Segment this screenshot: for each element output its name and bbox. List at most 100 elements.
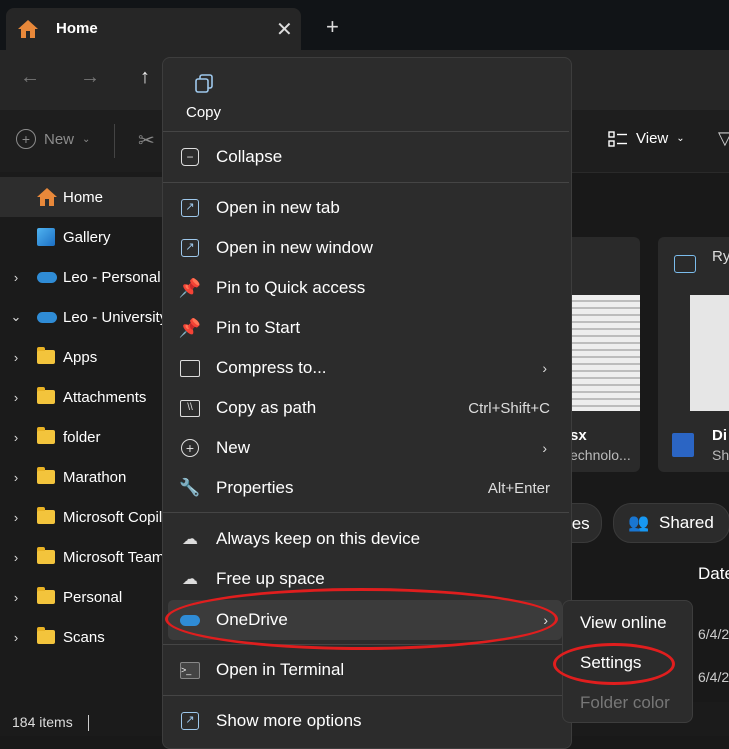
zip-folder-icon (179, 357, 201, 379)
menu-item-compress[interactable]: Compress to... › (163, 348, 569, 388)
menu-item-label: Show more options (216, 711, 362, 730)
sidebar-item-leo-personal[interactable]: › Leo - Personal (0, 257, 175, 297)
menu-item-label: Copy as path (216, 398, 317, 417)
show-more-icon: ↗ (179, 710, 201, 732)
recent-file-card[interactable]: Ry Di Sh (658, 237, 729, 472)
back-arrow-icon[interactable]: ← (20, 66, 40, 89)
people-icon: 👥 (628, 513, 650, 532)
sidebar-item-label: Scans (63, 628, 105, 646)
chevron-right-icon[interactable]: › (10, 550, 22, 565)
sidebar-item-scans[interactable]: › Scans (0, 617, 175, 657)
new-button[interactable]: + New ⌄ (16, 129, 90, 149)
sidebar-item-label: Gallery (63, 228, 111, 246)
menu-item-properties[interactable]: 🔧 Properties Alt+Enter (163, 468, 569, 508)
menu-item-collapse[interactable]: − Collapse (163, 137, 569, 177)
copy-label: Copy (186, 104, 222, 121)
chevron-right-icon[interactable]: › (10, 510, 22, 525)
sidebar-item-label: Personal (63, 588, 123, 606)
word-doc-icon (672, 433, 694, 457)
view-list-icon (608, 130, 627, 147)
filter-pill-label: Shared (659, 513, 714, 532)
chevron-right-icon[interactable]: › (10, 350, 22, 365)
submenu-item-folder-color: Folder color (580, 693, 670, 712)
menu-separator (163, 131, 569, 132)
menu-item-new[interactable]: + New › (163, 428, 569, 468)
file-thumbnail (570, 295, 640, 411)
sidebar-item-leo-university[interactable]: ⌄ Leo - University (0, 297, 175, 337)
new-button-label: New (44, 130, 75, 148)
chevron-down-icon: ⌄ (82, 133, 91, 145)
chevron-right-icon[interactable]: › (10, 430, 22, 445)
menu-separator (163, 512, 569, 513)
sidebar-item-home[interactable]: Home (0, 177, 175, 217)
menu-item-open-new-tab[interactable]: ↗ Open in new tab (163, 188, 569, 228)
chevron-right-icon[interactable]: › (10, 270, 22, 285)
filter-pill-shared[interactable]: 👥 Shared (613, 503, 729, 543)
file-title: sx (570, 427, 587, 444)
forward-arrow-icon[interactable]: → (80, 66, 100, 89)
cut-icon[interactable]: ✂ (138, 128, 155, 153)
copy-path-icon: \\ (179, 397, 201, 419)
menu-item-copy-as-path[interactable]: \\ Copy as path Ctrl+Shift+C (163, 388, 569, 428)
view-button[interactable]: View ⌄ (608, 130, 685, 147)
menu-copy-button[interactable]: Copy (180, 68, 228, 128)
tab-home[interactable]: Home ✕ (6, 8, 301, 50)
plus-circle-icon: + (179, 437, 201, 459)
copy-icon (195, 74, 213, 93)
sidebar-item-label: folder (63, 428, 101, 446)
folder-icon (37, 467, 55, 484)
file-author: Ry (712, 248, 729, 265)
folder-icon (37, 347, 55, 364)
sidebar-item-label: Microsoft Teams (63, 548, 172, 566)
toolbar-divider (114, 124, 115, 158)
column-header-date[interactable]: Date (698, 564, 729, 584)
folder-icon (37, 427, 55, 444)
sidebar-item-label: Leo - Personal (63, 268, 161, 286)
menu-item-show-more[interactable]: ↗ Show more options (163, 701, 569, 741)
sidebar-item-marathon[interactable]: › Marathon (0, 457, 175, 497)
chevron-right-icon[interactable]: › (10, 590, 22, 605)
menu-item-pin-start[interactable]: 📌 Pin to Start (163, 308, 569, 348)
chevron-right-icon: › (542, 360, 547, 376)
menu-item-pin-quick-access[interactable]: 📌 Pin to Quick access (163, 268, 569, 308)
tab-close-button[interactable]: ✕ (276, 17, 293, 42)
menu-item-always-keep[interactable]: ☁ Always keep on this device (163, 519, 569, 559)
file-subtitle: Sh (712, 447, 729, 463)
filter-icon[interactable]: ▽ (718, 128, 729, 149)
sidebar-item-personal[interactable]: › Personal (0, 577, 175, 617)
open-new-tab-icon: ↗ (179, 197, 201, 219)
chevron-right-icon[interactable]: › (10, 470, 22, 485)
menu-separator (163, 182, 569, 183)
shortcut-text: Alt+Enter (487, 479, 550, 497)
row-date: 6/4/2 (698, 669, 729, 685)
folder-icon (37, 547, 55, 564)
submenu-item-view-online[interactable]: View online (580, 613, 667, 633)
new-tab-button[interactable]: + (326, 16, 339, 38)
chevron-right-icon[interactable]: › (10, 390, 22, 405)
home-icon (18, 20, 38, 38)
sidebar-item-gallery[interactable]: Gallery (0, 217, 175, 257)
file-title: Di (712, 427, 727, 444)
cloud-icon: ☁ (182, 571, 198, 588)
wrench-icon: 🔧 (179, 478, 201, 497)
file-subtitle: echnolo... (570, 447, 631, 463)
chevron-right-icon[interactable]: › (10, 630, 22, 645)
annotation-circle-settings (553, 643, 675, 685)
onedrive-cloud-icon (37, 271, 57, 283)
chevron-down-icon[interactable]: ⌄ (10, 309, 22, 325)
annotation-circle-onedrive (165, 588, 558, 650)
menu-item-label: Collapse (216, 147, 283, 166)
menu-item-open-new-window[interactable]: ↗ Open in new window (163, 228, 569, 268)
sidebar-item-apps[interactable]: › Apps (0, 337, 175, 377)
folder-icon (37, 507, 55, 524)
sidebar-item-microsoft-copilot[interactable]: › Microsoft Copilot (0, 497, 175, 537)
folder-icon (37, 587, 55, 604)
menu-item-label: Pin to Quick access (216, 278, 366, 297)
sidebar-item-microsoft-teams[interactable]: › Microsoft Teams (0, 537, 175, 577)
sidebar-item-attachments[interactable]: › Attachments (0, 377, 175, 417)
up-arrow-icon[interactable]: ↑ (140, 66, 150, 89)
sidebar-item-folder[interactable]: › folder (0, 417, 175, 457)
plus-circle-icon: + (16, 129, 36, 149)
menu-item-open-terminal[interactable]: >_ Open in Terminal (163, 650, 569, 690)
comment-icon (674, 255, 696, 273)
